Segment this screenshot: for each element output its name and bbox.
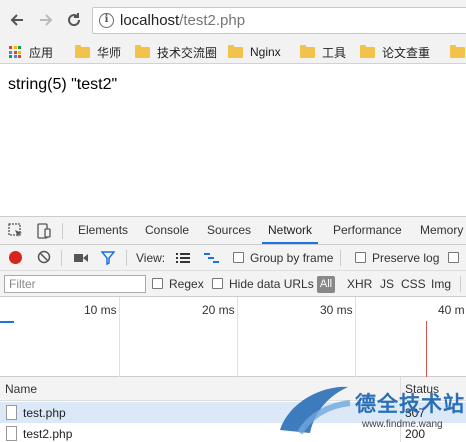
- separator: [340, 250, 341, 266]
- forward-arrow-icon[interactable]: [35, 9, 57, 31]
- file-icon: [6, 405, 17, 420]
- folder-icon: [450, 44, 465, 58]
- video-camera-icon[interactable]: [73, 252, 89, 267]
- regex-checkbox[interactable]: [152, 278, 163, 289]
- apps-grid-icon: [9, 46, 21, 58]
- filter-js-button[interactable]: JS: [380, 277, 394, 291]
- tab-network[interactable]: Network: [262, 217, 319, 244]
- hide-data-urls-checkbox[interactable]: [212, 278, 223, 289]
- tab-performance[interactable]: Performance: [333, 217, 402, 244]
- bookmark-apps-label: 应用: [29, 45, 54, 60]
- folder-icon: [75, 44, 90, 58]
- folder-icon: [228, 44, 243, 58]
- filter-xhr-button[interactable]: XHR: [347, 277, 372, 291]
- load-event-marker: [426, 321, 427, 377]
- filter-placeholder: Filter: [9, 277, 36, 291]
- filter-input[interactable]: Filter: [4, 275, 146, 293]
- bookmark-folder[interactable]: 华师: [75, 43, 121, 61]
- watermark-logo-icon: [280, 386, 351, 435]
- folder-icon: [135, 44, 150, 58]
- tab-memory[interactable]: Memory: [420, 217, 463, 244]
- folder-icon: [300, 44, 315, 58]
- record-icon[interactable]: [9, 251, 22, 264]
- disable-cache-checkbox[interactable]: [448, 252, 459, 263]
- timeline-gridline: [355, 297, 356, 377]
- waterfall-view-icon[interactable]: [204, 252, 220, 267]
- bookmark-label: Nginx: [250, 45, 281, 59]
- filter-funnel-icon[interactable]: [100, 251, 116, 268]
- bookmark-folder[interactable]: Nginx: [228, 43, 281, 61]
- browser-toolbar: i localhost/test2.php: [0, 0, 466, 40]
- bookmark-label: 论文查重: [382, 45, 431, 60]
- watermark: 德全技术站 www.findme.wang: [270, 375, 466, 442]
- inspect-element-icon[interactable]: [8, 223, 24, 242]
- timeline-gridline: [119, 297, 120, 377]
- bookmark-label: 工具: [322, 45, 347, 60]
- bookmark-label: 技术交流圈: [157, 45, 218, 60]
- watermark-url: www.findme.wang: [362, 419, 443, 430]
- group-by-frame-label: Group by frame: [250, 251, 334, 265]
- url-host: localhost: [120, 12, 180, 29]
- bookmark-folder[interactable]: [450, 43, 466, 61]
- bookmark-apps[interactable]: 应用: [9, 43, 53, 61]
- separator: [126, 250, 127, 266]
- column-name-header[interactable]: Name: [5, 382, 37, 396]
- bookmark-folder[interactable]: 论文查重: [360, 43, 430, 61]
- url-text: localhost/test2.php: [120, 12, 245, 29]
- tab-sources[interactable]: Sources: [207, 217, 251, 244]
- bookmarks-bar: 应用 华师 技术交流圈 Nginx 工具 论文查重: [0, 40, 466, 64]
- request-name: test2.php: [23, 427, 73, 441]
- clear-icon[interactable]: [37, 250, 51, 267]
- bookmark-label: 华师: [97, 45, 122, 60]
- list-view-icon[interactable]: [176, 252, 190, 267]
- timeline-tick-label: 10 ms: [84, 303, 117, 317]
- network-overview-timeline[interactable]: 10 ms 20 ms 30 ms 40 m: [0, 297, 466, 377]
- timeline-request-bar: [0, 321, 14, 323]
- filter-all-button[interactable]: All: [317, 276, 335, 293]
- bookmark-folder[interactable]: 工具: [300, 43, 346, 61]
- separator: [62, 223, 63, 239]
- filter-bar: Filter Regex Hide data URLs All XHR JS C…: [0, 271, 466, 297]
- timeline-tick-label: 30 ms: [320, 303, 353, 317]
- watermark-text: 德全技术站: [355, 393, 465, 416]
- folder-icon: [360, 44, 375, 58]
- reload-icon[interactable]: [63, 9, 85, 31]
- separator: [61, 250, 62, 266]
- info-icon[interactable]: i: [99, 13, 114, 28]
- tab-console[interactable]: Console: [145, 217, 189, 244]
- tab-elements[interactable]: Elements: [78, 217, 128, 244]
- group-by-frame-checkbox[interactable]: [233, 252, 244, 263]
- page-output-text: string(5) "test2": [8, 76, 118, 93]
- timeline-gridline: [237, 297, 238, 377]
- hide-data-urls-label: Hide data URLs: [229, 277, 314, 291]
- address-bar[interactable]: i localhost/test2.php: [92, 7, 466, 34]
- back-arrow-icon[interactable]: [6, 9, 28, 31]
- file-icon: [6, 426, 17, 441]
- filter-img-button[interactable]: Img: [431, 277, 451, 291]
- device-toolbar-icon[interactable]: [36, 223, 52, 242]
- network-toolbar: View: Group by frame Preserve log: [0, 245, 466, 271]
- timeline-tick-label: 20 ms: [202, 303, 235, 317]
- preserve-log-label: Preserve log: [372, 251, 440, 265]
- view-label: View:: [136, 251, 166, 265]
- regex-label: Regex: [169, 277, 204, 291]
- filter-css-button[interactable]: CSS: [401, 277, 426, 291]
- request-name: test.php: [23, 406, 66, 420]
- timeline-tick-label: 40 m: [438, 303, 465, 317]
- url-path: /test2.php: [179, 12, 246, 29]
- preserve-log-checkbox[interactable]: [355, 252, 366, 263]
- devtools-tab-bar: Elements Console Sources Network Perform…: [0, 217, 466, 245]
- separator: [460, 276, 461, 292]
- bookmark-folder[interactable]: 技术交流圈: [135, 43, 217, 61]
